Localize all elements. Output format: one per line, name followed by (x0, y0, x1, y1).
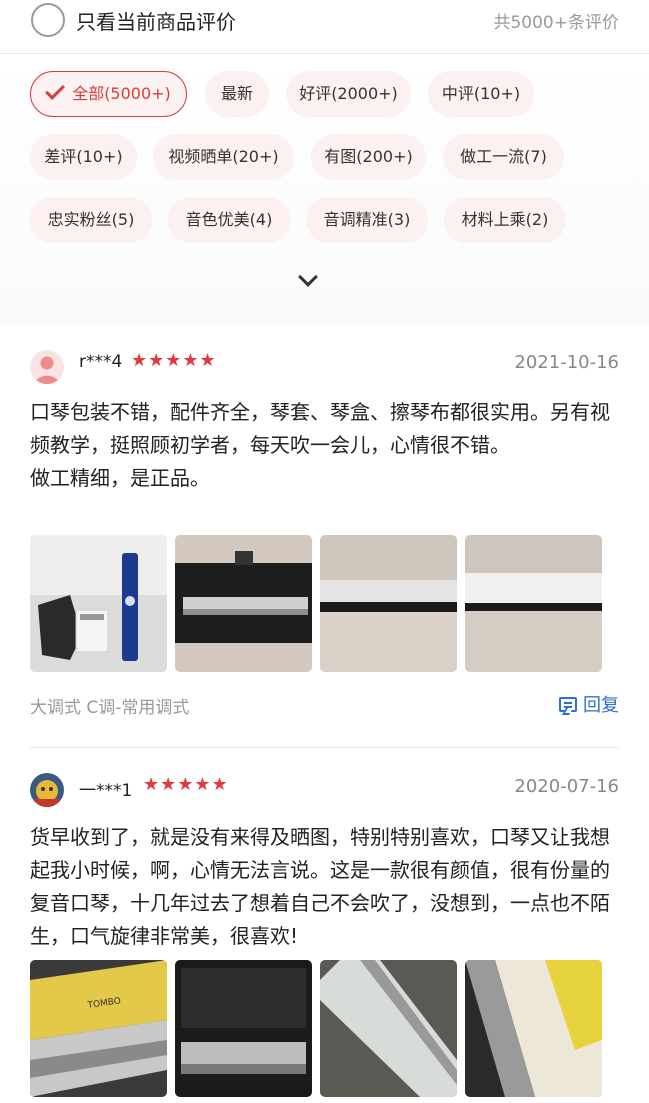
tag-all[interactable]: 全部(5000+) (30, 71, 187, 117)
tag-accurate-pitch[interactable]: 音调精准(3) (306, 197, 428, 243)
tag-negative[interactable]: 差评(10+) (30, 134, 137, 180)
rating-stars: ★★★★★ (143, 774, 229, 795)
review-photo[interactable]: TOMBO (30, 960, 167, 1097)
tag-quality-material[interactable]: 材料上乘(2) (444, 197, 566, 243)
tag-video[interactable]: 视频晒单(20+) (153, 134, 294, 180)
review-total: 共5000+条评价 (493, 13, 619, 33)
review-card: r***4 ★★★★★ 2021-10-16 口琴包装不错，配件齐全，琴套、琴盒… (0, 324, 649, 748)
review-photo[interactable] (320, 960, 457, 1097)
tag-with-photo[interactable]: 有图(200+) (311, 134, 426, 180)
review-date: 2020-07-16 (514, 776, 619, 797)
filter-bar: 只看当前商品评价 共5000+条评价 (0, 0, 649, 54)
reply-button[interactable]: 回复 (559, 691, 619, 717)
review-username: r***4 (79, 352, 123, 372)
tag-positive[interactable]: 好评(2000+) (286, 71, 411, 117)
review-photo[interactable] (320, 535, 457, 672)
review-photo[interactable] (30, 535, 167, 672)
tag-loyal-fans[interactable]: 忠实粉丝(5) (30, 197, 152, 243)
tag-good-tone[interactable]: 音色优美(4) (168, 197, 290, 243)
rating-stars: ★★★★★ (131, 350, 217, 371)
review-card: 一***1 ★★★★★ 2020-07-16 货早收到了，就是没有来得及晒图，特… (0, 748, 649, 1103)
review-photo[interactable] (175, 535, 312, 672)
avatar (30, 350, 64, 384)
review-photo[interactable] (175, 960, 312, 1097)
review-content: 口琴包装不错，配件齐全，琴套、琴盒、擦琴布都很实用。另有视频教学，挺照顾初学者，… (30, 400, 610, 490)
comment-icon (559, 697, 577, 712)
only-current-radio[interactable] (31, 3, 65, 37)
review-content: 货早收到了，就是没有来得及晒图，特别特别喜欢，口琴又让我想起我小时候，啊，心情无… (30, 825, 610, 948)
review-photo[interactable] (465, 960, 602, 1097)
review-username: 一***1 (79, 781, 133, 801)
tag-filter-panel: 全部(5000+) 最新 好评(2000+) 中评(10+) 差评(10+) 视… (0, 54, 649, 324)
check-icon (45, 80, 66, 100)
avatar (30, 773, 64, 807)
only-current-label[interactable]: 只看当前商品评价 (76, 6, 236, 35)
tag-latest[interactable]: 最新 (205, 71, 269, 117)
chevron-down-icon[interactable] (298, 267, 318, 287)
product-spec: 大调式 C调-常用调式 (30, 698, 190, 718)
tag-craftsmanship[interactable]: 做工一流(7) (443, 134, 564, 180)
review-photo[interactable] (465, 535, 602, 672)
review-date: 2021-10-16 (514, 352, 619, 373)
tag-neutral[interactable]: 中评(10+) (428, 71, 534, 117)
